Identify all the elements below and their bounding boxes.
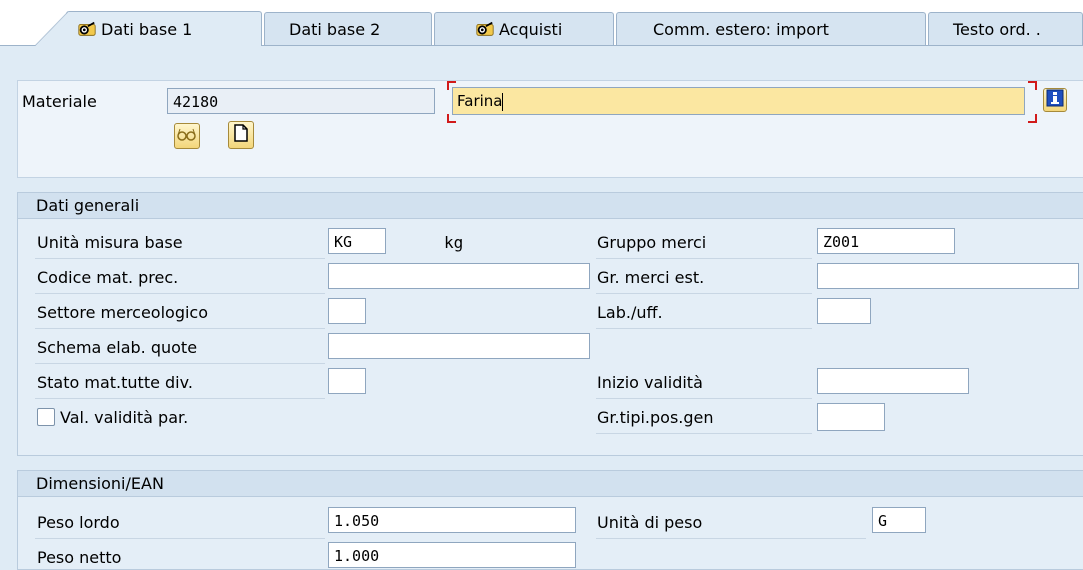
base-uom-field[interactable]: KG (328, 228, 386, 254)
row-separator (35, 258, 325, 259)
material-group-field[interactable]: Z001 (817, 228, 955, 254)
tab-label: Acquisti (499, 19, 563, 39)
base-uom-label: Unità misura base (37, 233, 183, 252)
lab-office-field[interactable] (817, 298, 871, 324)
tab-testo-ord[interactable]: Testo ord. . (928, 12, 1083, 45)
focus-markers (447, 81, 1037, 123)
row-separator (596, 398, 812, 399)
item-category-group-field[interactable] (817, 403, 885, 431)
document-icon (233, 124, 249, 146)
tab-label: Dati base 1 (101, 19, 193, 39)
row-separator (35, 328, 325, 329)
material-label: Materiale (22, 92, 97, 111)
quota-scheme-field[interactable] (328, 333, 590, 359)
quota-scheme-label: Schema elab. quote (37, 338, 198, 357)
division-label: Settore merceologico (37, 303, 208, 322)
new-document-button[interactable] (228, 121, 254, 149)
net-weight-label: Peso netto (37, 548, 122, 567)
glasses-icon (77, 20, 97, 38)
valid-par-checkbox[interactable] (37, 408, 55, 426)
valid-from-label: Inizio validità (597, 373, 703, 392)
tab-comm-estero-import[interactable]: Comm. estero: import (616, 12, 926, 45)
material-group-label: Gruppo merci (597, 233, 707, 252)
row-separator (35, 363, 325, 364)
row-separator (35, 293, 325, 294)
row-separator (596, 328, 812, 329)
weight-unit-label: Unità di peso (597, 513, 703, 532)
tab-label: Comm. estero: import (653, 19, 829, 39)
division-field[interactable] (328, 298, 366, 324)
weight-unit-field[interactable]: G (872, 507, 926, 533)
tab-dati-base-1[interactable]: Dati base 1 (35, 11, 262, 46)
gross-weight-label: Peso lordo (37, 513, 120, 532)
glasses-icon (475, 20, 495, 38)
info-icon (1046, 89, 1064, 111)
net-weight-field[interactable]: 1.000 (328, 542, 576, 568)
material-status-label: Stato mat.tutte div. (37, 373, 193, 392)
ext-material-group-field[interactable] (817, 263, 1079, 289)
material-status-field[interactable] (328, 368, 366, 394)
row-separator (596, 258, 812, 259)
glasses-icon (177, 126, 197, 146)
lab-office-label: Lab./uff. (597, 303, 663, 322)
old-material-field[interactable] (328, 263, 590, 289)
old-material-label: Codice mat. prec. (37, 268, 179, 287)
row-separator (596, 538, 866, 539)
info-button[interactable] (1043, 88, 1067, 112)
gross-weight-field[interactable]: 1.050 (328, 507, 576, 533)
group-title: Dati generali (18, 193, 1083, 219)
row-separator (35, 398, 325, 399)
valid-from-field[interactable] (817, 368, 969, 394)
tab-label: Dati base 2 (289, 19, 381, 39)
tab-dati-base-2[interactable]: Dati base 2 (264, 12, 432, 45)
tab-acquisti[interactable]: Acquisti (434, 12, 614, 45)
ext-material-group-label: Gr. merci est. (597, 268, 705, 287)
tab-label: Testo ord. . (953, 19, 1041, 39)
tab-body-top (0, 46, 1083, 64)
row-separator (596, 293, 812, 294)
valid-par-label: Val. validità par. (60, 408, 189, 427)
row-separator (35, 538, 325, 539)
material-number-field[interactable]: 42180 (167, 88, 435, 114)
row-separator (596, 433, 812, 434)
group-title: Dimensioni/EAN (18, 471, 1083, 497)
item-category-group-label: Gr.tipi.pos.gen (597, 408, 714, 427)
base-uom-text: kg (444, 233, 464, 252)
display-glasses-button[interactable] (174, 123, 200, 149)
